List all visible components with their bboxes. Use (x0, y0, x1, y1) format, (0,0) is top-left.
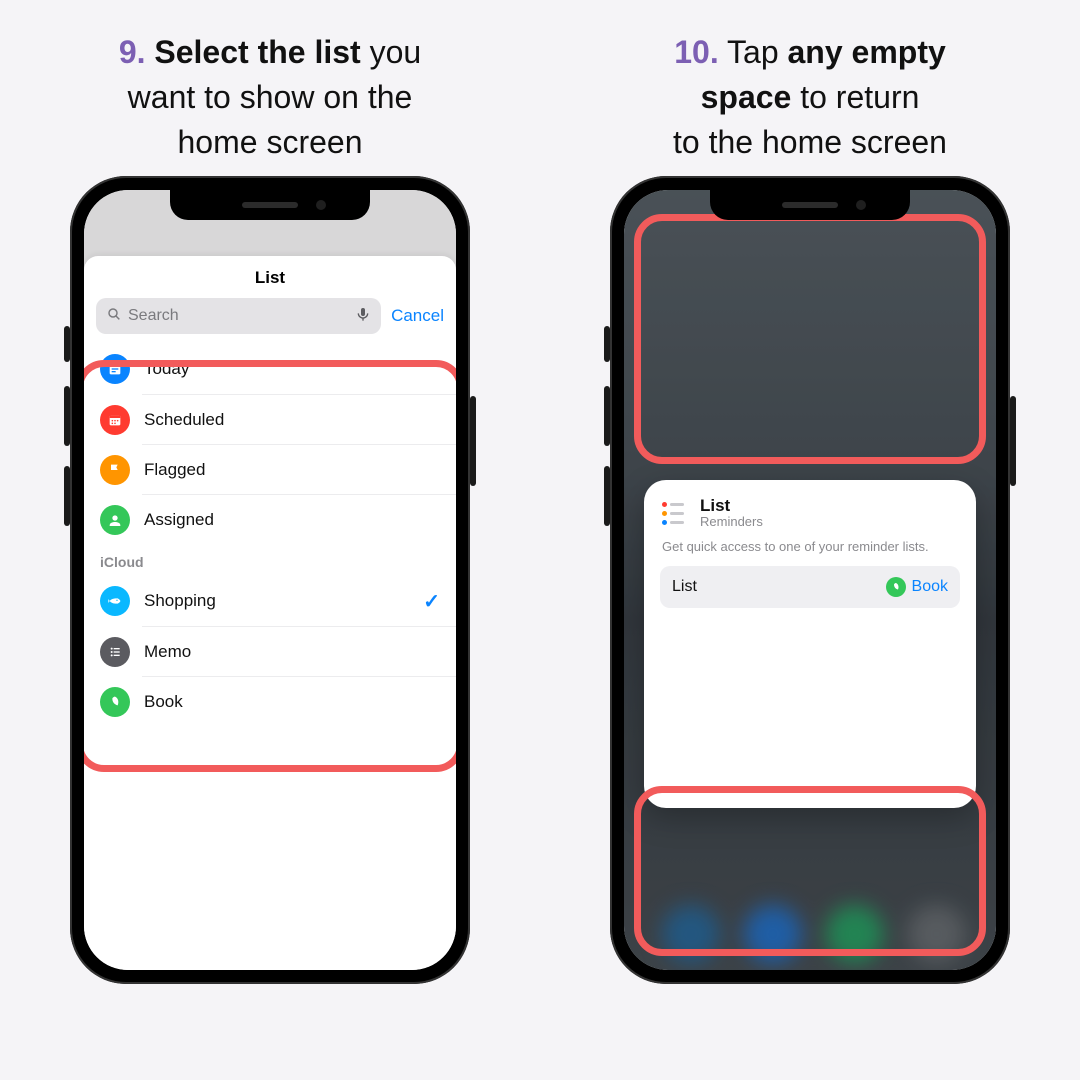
caption-text: to return (800, 79, 919, 115)
step-number: 9. (119, 34, 146, 70)
list-item-label: Today (144, 359, 440, 379)
list-item-book[interactable]: Book (142, 676, 456, 726)
list-item-memo[interactable]: Memo (142, 626, 456, 676)
widget-description: Get quick access to one of your reminder… (662, 539, 958, 554)
step-9-caption: 9. Select the list you want to show on t… (119, 30, 421, 164)
phone-screen: List Search Cancel (84, 190, 456, 970)
phone-frame: List Reminders Get quick access to one o… (610, 176, 1010, 984)
calendar-icon (100, 405, 130, 435)
caption-bold: Select the list (154, 34, 360, 70)
person-icon (100, 505, 130, 535)
reminders-app-icon (660, 499, 688, 527)
phone-camera (856, 200, 866, 210)
phone-volume-down (64, 466, 70, 526)
widget-header: List Reminders (660, 496, 960, 529)
phone-notch (710, 190, 910, 220)
caption-bold: any empty (788, 34, 946, 70)
flag-icon (100, 455, 130, 485)
cancel-button[interactable]: Cancel (391, 306, 444, 326)
caption-bold: space (701, 79, 792, 115)
list-item-scheduled[interactable]: Scheduled (142, 394, 456, 444)
phone-speaker (782, 202, 838, 208)
list-item-label: Flagged (144, 460, 440, 480)
search-input[interactable]: Search (96, 298, 381, 334)
list-item-label: Shopping (144, 591, 423, 611)
bullet-list-icon (100, 637, 130, 667)
caption-text: home screen (178, 124, 363, 160)
widget-list-selector[interactable]: List Book (660, 566, 960, 608)
caption-text: you (370, 34, 422, 70)
step-10-column: 10. Tap any empty space to return to the… (540, 0, 1080, 1080)
leaf-icon (886, 577, 906, 597)
checkmark-icon: ✓ (423, 589, 440, 614)
search-placeholder: Search (128, 307, 355, 325)
phone-mute-switch (64, 326, 70, 362)
phone-notch (170, 190, 370, 220)
step-10-caption: 10. Tap any empty space to return to the… (673, 30, 947, 164)
today-icon (100, 354, 130, 384)
step-9-column: 9. Select the list you want to show on t… (0, 0, 540, 1080)
list-item-label: Book (144, 692, 440, 712)
widget-row-value: Book (886, 577, 948, 597)
fish-icon (100, 586, 130, 616)
phone-screen[interactable]: List Reminders Get quick access to one o… (624, 190, 996, 970)
list-item-shopping[interactable]: Shopping ✓ (84, 576, 456, 626)
mic-icon[interactable] (355, 306, 371, 327)
list-item-label: Scheduled (144, 410, 440, 430)
widget-title: List (700, 496, 763, 516)
phone-mute-switch (604, 326, 610, 362)
list-item-today[interactable]: Today (84, 344, 456, 394)
smart-lists-section: Today Scheduled Flagged Assigned (84, 344, 456, 544)
search-icon (106, 306, 122, 327)
phone-volume-down (604, 466, 610, 526)
widget-config-card: List Reminders Get quick access to one o… (644, 480, 976, 808)
caption-text: Tap (727, 34, 779, 70)
widget-row-value-text: Book (912, 578, 948, 596)
caption-text: want to show on the (128, 79, 413, 115)
phone-camera (316, 200, 326, 210)
list-item-label: Memo (144, 642, 440, 662)
widget-subtitle: Reminders (700, 514, 763, 529)
list-item-label: Assigned (144, 510, 440, 530)
list-item-assigned[interactable]: Assigned (142, 494, 456, 544)
sheet-title: List (84, 256, 456, 298)
widget-row-label: List (672, 578, 697, 596)
step-number: 10. (674, 34, 718, 70)
phone-volume-up (604, 386, 610, 446)
phone-frame: List Search Cancel (70, 176, 470, 984)
leaf-icon (100, 687, 130, 717)
search-row: Search Cancel (84, 298, 456, 344)
phone-volume-up (64, 386, 70, 446)
user-lists-section: Shopping ✓ Memo Book (84, 576, 456, 726)
list-picker-sheet: List Search Cancel (84, 256, 456, 970)
phone-power-button (470, 396, 476, 486)
phone-power-button (1010, 396, 1016, 486)
phone-speaker (242, 202, 298, 208)
caption-text: to the home screen (673, 124, 947, 160)
list-item-flagged[interactable]: Flagged (142, 444, 456, 494)
icloud-section-header: iCloud (84, 544, 456, 576)
